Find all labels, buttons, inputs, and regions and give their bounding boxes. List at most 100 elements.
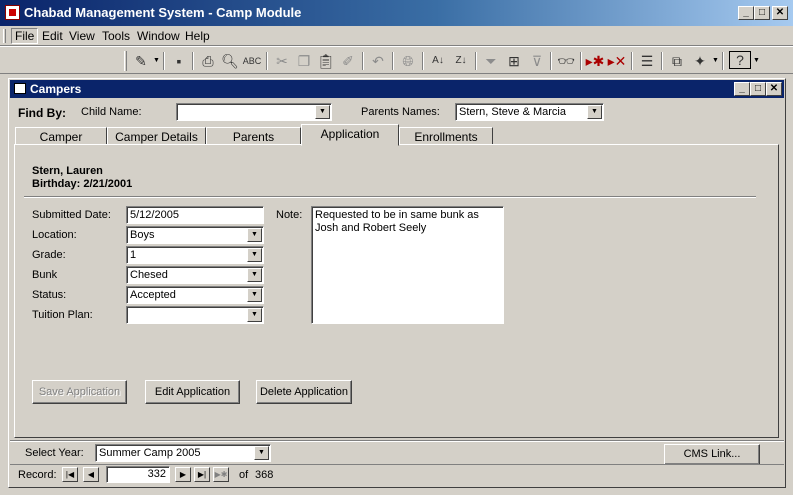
grade-select[interactable]: 1 ▼	[126, 246, 264, 264]
find-by-label: Find By:	[18, 106, 66, 120]
bunk-select[interactable]: Chesed ▼	[126, 266, 264, 284]
new-object-dropdown-icon[interactable]: ▼	[712, 57, 719, 64]
app-title-bar: Chabad Management System - Camp Module _…	[0, 0, 793, 26]
form-close-button[interactable]: ✕	[766, 82, 782, 96]
toolbar-separator	[580, 52, 582, 70]
toolbar-separator	[392, 52, 394, 70]
paste-icon[interactable]: 📋︎	[315, 51, 337, 71]
form-title-bar: Campers	[10, 80, 784, 98]
help-dropdown-icon[interactable]: ▼	[753, 57, 760, 64]
design-view-icon[interactable]: ✎	[130, 51, 152, 71]
select-year-label: Select Year:	[25, 447, 84, 459]
tab-parents[interactable]: Parents	[206, 127, 301, 145]
tuition-plan-select[interactable]: ▼	[126, 306, 264, 324]
save-icon[interactable]: ▪	[168, 51, 190, 71]
next-record-icon[interactable]: ▶	[175, 467, 191, 482]
hyperlink-icon[interactable]: 🌐︎	[397, 51, 419, 71]
minimize-button[interactable]: _	[738, 6, 754, 20]
print-icon[interactable]: ⎙	[197, 51, 219, 71]
sort-descending-icon[interactable]: Z↓	[450, 51, 472, 71]
cut-icon[interactable]: ✂	[271, 51, 293, 71]
note-label: Note:	[276, 209, 303, 221]
print-preview-icon[interactable]: 🔍︎	[219, 51, 241, 71]
first-record-icon[interactable]: |◀	[62, 467, 78, 482]
location-value: Boys	[130, 229, 155, 241]
menu-view[interactable]: View	[66, 29, 98, 43]
chevron-down-icon[interactable]: ▼	[247, 288, 262, 302]
chevron-down-icon[interactable]: ▼	[254, 446, 269, 460]
form-icon	[14, 83, 26, 94]
bunk-label: Bunk	[32, 269, 58, 281]
properties-icon[interactable]: ☰	[636, 51, 658, 71]
record-of-label: of	[239, 469, 249, 481]
apply-filter-icon[interactable]: ⊽	[526, 51, 548, 71]
filter-by-selection-icon[interactable]: ⏷	[480, 51, 502, 71]
last-record-icon[interactable]: ▶|	[194, 467, 210, 482]
note-textarea[interactable]: Requested to be in same bunk as Josh and…	[311, 206, 504, 324]
menu-window[interactable]: Window	[134, 29, 183, 43]
chevron-down-icon[interactable]: ▼	[247, 248, 262, 262]
spelling-icon[interactable]: ABC	[241, 51, 263, 71]
new-record-nav-icon[interactable]: ▶✱	[213, 467, 229, 482]
database-window-icon[interactable]: ⧉	[666, 51, 688, 71]
tab-application[interactable]: Application	[301, 124, 399, 146]
grade-value: 1	[130, 249, 137, 261]
previous-record-icon[interactable]: ◀	[83, 467, 99, 482]
toolbar-separator	[722, 52, 724, 70]
grade-label: Grade:	[32, 249, 66, 261]
filter-by-form-icon[interactable]: ⊞	[503, 51, 525, 71]
toolbar: ✎ ▼ ▪ ⎙ 🔍︎ ABC ✂ ❐ 📋︎ ✐ ↶ 🌐︎ A↓ Z↓ ⏷ ⊞ ⊽…	[0, 46, 793, 74]
record-label: Record:	[18, 469, 57, 481]
tab-camper-details[interactable]: Camper Details	[107, 127, 206, 145]
record-number-field[interactable]: 332	[106, 466, 170, 483]
parents-names-combo[interactable]: Stern, Steve & Marcia ▼	[455, 103, 604, 121]
child-name-label: Child Name:	[81, 106, 142, 118]
status-select[interactable]: Accepted ▼	[126, 286, 264, 304]
tab-enrollments[interactable]: Enrollments	[399, 127, 493, 145]
view-dropdown-icon[interactable]: ▼	[153, 57, 160, 64]
toolbar-grip	[124, 51, 127, 71]
find-icon[interactable]: 👓︎	[555, 51, 577, 71]
help-icon[interactable]: ?	[729, 51, 751, 69]
chevron-down-icon[interactable]: ▼	[247, 228, 262, 242]
header-divider	[24, 196, 756, 198]
delete-application-button[interactable]: Delete Application	[256, 380, 352, 404]
camper-name: Stern, Lauren	[32, 165, 103, 177]
save-application-button[interactable]: Save Application	[32, 380, 127, 404]
form-maximize-button[interactable]: □	[750, 82, 766, 96]
close-button[interactable]: ✕	[772, 6, 788, 20]
chevron-down-icon[interactable]: ▼	[587, 105, 602, 119]
cms-link-button[interactable]: CMS Link...	[664, 444, 760, 465]
format-painter-icon[interactable]: ✐	[337, 51, 359, 71]
menu-tools[interactable]: Tools	[99, 29, 133, 43]
sort-ascending-icon[interactable]: A↓	[427, 51, 449, 71]
maximize-button[interactable]: □	[754, 6, 770, 20]
menu-help[interactable]: Help	[182, 29, 213, 43]
edit-application-button[interactable]: Edit Application	[145, 380, 240, 404]
new-object-icon[interactable]: ✦	[689, 51, 711, 71]
app-title: Chabad Management System - Camp Module	[24, 5, 302, 20]
submitted-date-label: Submitted Date:	[32, 209, 111, 221]
toolbar-separator	[631, 52, 633, 70]
form-minimize-button[interactable]: _	[734, 82, 750, 96]
toolbar-separator	[422, 52, 424, 70]
chevron-down-icon[interactable]: ▼	[247, 308, 262, 322]
toolbar-separator	[362, 52, 364, 70]
tab-camper[interactable]: Camper	[15, 127, 107, 145]
location-select[interactable]: Boys ▼	[126, 226, 264, 244]
toolbar-separator	[475, 52, 477, 70]
status-value: Accepted	[130, 289, 176, 301]
copy-icon[interactable]: ❐	[293, 51, 315, 71]
child-name-combo[interactable]: ▼	[176, 103, 332, 121]
submitted-date-field[interactable]: 5/12/2005	[126, 206, 264, 224]
toolbar-separator	[163, 52, 165, 70]
menu-file[interactable]: File	[11, 28, 39, 44]
new-record-icon[interactable]: ▸✱	[584, 51, 606, 71]
menu-bar: File Edit View Tools Window Help	[0, 26, 793, 46]
delete-record-icon[interactable]: ▸✕	[606, 51, 628, 71]
select-year-combo[interactable]: Summer Camp 2005 ▼	[95, 444, 271, 462]
chevron-down-icon[interactable]: ▼	[247, 268, 262, 282]
menu-edit[interactable]: Edit	[39, 29, 66, 43]
undo-icon[interactable]: ↶	[367, 51, 389, 71]
chevron-down-icon[interactable]: ▼	[315, 105, 330, 119]
